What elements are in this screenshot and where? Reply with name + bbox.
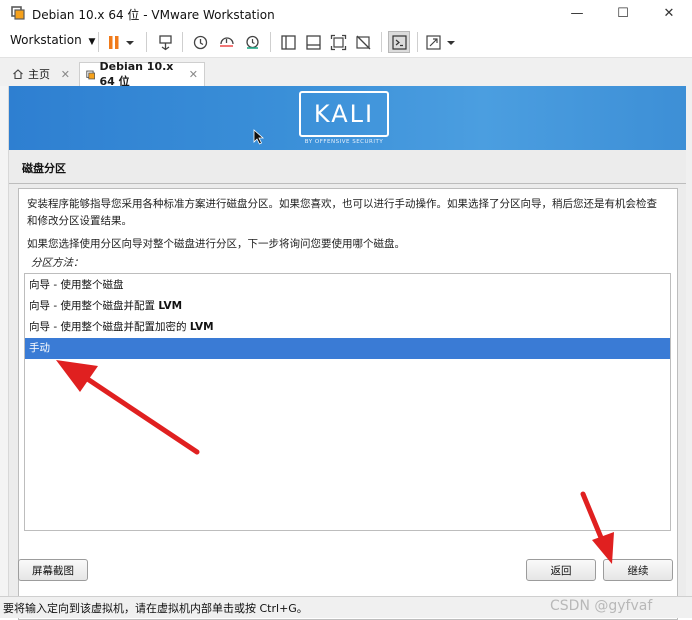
option-label: 向导 - 使用整个磁盘并配置 bbox=[29, 300, 159, 312]
thumbnail-bar-button[interactable] bbox=[302, 31, 324, 53]
close-tab-icon[interactable]: ✕ bbox=[189, 68, 198, 81]
sidebar-toggle-button[interactable] bbox=[277, 31, 299, 53]
snapshot-icon bbox=[193, 35, 207, 49]
question-text: 如果您选择使用分区向导对整个磁盘进行分区，下一步将询问您要使用哪个磁盘。 bbox=[27, 238, 405, 250]
section-title: 磁盘分区 bbox=[22, 162, 66, 175]
toolbar-divider bbox=[381, 32, 382, 52]
maximize-button[interactable]: ☐ bbox=[600, 0, 646, 26]
unity-icon bbox=[355, 35, 370, 49]
intro-text: 安装程序能够指导您采用各种标准方案进行磁盘分区。如果您喜欢，也可以进行手动操作。… bbox=[27, 198, 657, 227]
tab-debian-label: Debian 10.x 64 位 bbox=[99, 60, 174, 88]
close-tab-icon[interactable]: ✕ bbox=[61, 68, 70, 81]
status-bar: 要将输入定向到该虚拟机，请在虚拟机内部单击或按 Ctrl+G。 CSDN @gy… bbox=[0, 596, 692, 618]
toolbar-divider bbox=[417, 32, 418, 52]
partition-method-list: 向导 - 使用整个磁盘 向导 - 使用整个磁盘并配置 LVM 向导 - 使用整个… bbox=[24, 273, 671, 531]
toolbar-divider bbox=[182, 32, 183, 52]
workstation-menu-label: Workstation bbox=[10, 33, 82, 47]
mouse-cursor-icon bbox=[253, 129, 265, 145]
screenshot-button[interactable]: 屏幕截图 bbox=[18, 559, 88, 581]
manage-snapshots-button[interactable] bbox=[241, 31, 263, 53]
title-bar: Debian 10.x 64 位 - VMware Workstation — … bbox=[0, 0, 692, 26]
fullscreen-button[interactable] bbox=[327, 31, 349, 53]
revert-snapshot-icon bbox=[219, 36, 234, 47]
toolbar-divider bbox=[146, 32, 147, 52]
minimize-icon: — bbox=[570, 5, 584, 21]
manage-snapshots-icon bbox=[245, 35, 259, 49]
minimize-button[interactable]: — bbox=[554, 0, 600, 26]
option-label-suffix: LVM bbox=[189, 321, 214, 333]
console-view-button[interactable] bbox=[388, 31, 410, 53]
toolbar: Workstation ▼ bbox=[0, 27, 692, 58]
close-button[interactable]: ✕ bbox=[646, 0, 692, 26]
option-manual[interactable]: 手动 bbox=[25, 338, 670, 359]
option-label: 向导 - 使用整个磁盘 bbox=[29, 279, 124, 291]
back-button[interactable]: 返回 bbox=[526, 559, 596, 581]
console-icon bbox=[391, 34, 407, 50]
pause-button[interactable] bbox=[104, 31, 138, 53]
chevron-down-icon: ▼ bbox=[88, 37, 96, 47]
sidebar-icon bbox=[280, 34, 296, 50]
continue-button[interactable]: 继续 bbox=[603, 559, 673, 581]
snapshot-button[interactable] bbox=[189, 31, 211, 53]
tab-strip: 主页 ✕ Debian 10.x 64 位 ✕ bbox=[0, 58, 692, 88]
kali-logo-subtitle: BY OFFENSIVE SECURITY bbox=[304, 139, 384, 145]
toolbar-divider bbox=[270, 32, 271, 52]
vmware-app-icon bbox=[11, 6, 25, 20]
close-icon: ✕ bbox=[663, 5, 675, 21]
send-ctrl-alt-del-button[interactable] bbox=[154, 31, 176, 53]
stretch-icon bbox=[426, 34, 455, 50]
divider bbox=[9, 183, 686, 184]
vm-icon bbox=[86, 70, 96, 79]
toolbar-divider bbox=[98, 32, 99, 52]
home-icon bbox=[13, 69, 23, 80]
option-label: 手动 bbox=[29, 342, 50, 354]
option-guided-encrypted-lvm[interactable]: 向导 - 使用整个磁盘并配置加密的 LVM bbox=[25, 317, 670, 338]
option-label-suffix: LVM bbox=[158, 300, 183, 312]
content-panel: 安装程序能够指导您采用各种标准方案进行磁盘分区。如果您喜欢，也可以进行手动操作。… bbox=[18, 188, 678, 620]
fullscreen-icon bbox=[330, 34, 346, 50]
tab-home[interactable]: 主页 ✕ bbox=[6, 62, 76, 86]
status-text: 要将输入定向到该虚拟机，请在虚拟机内部单击或按 Ctrl+G。 bbox=[3, 602, 308, 615]
background-window-sliver bbox=[0, 86, 9, 596]
maximize-icon: ☐ bbox=[617, 5, 629, 21]
method-label: 分区方法： bbox=[31, 257, 84, 269]
tab-home-label: 主页 bbox=[28, 68, 50, 81]
stretch-guest-button[interactable] bbox=[424, 31, 460, 53]
tab-debian-vm[interactable]: Debian 10.x 64 位 ✕ bbox=[79, 60, 205, 88]
vm-display[interactable]: KALI BY OFFENSIVE SECURITY 磁盘分区 安装程序能够指导… bbox=[9, 86, 686, 620]
option-label: 向导 - 使用整个磁盘并配置加密的 bbox=[29, 321, 190, 333]
unity-button[interactable] bbox=[352, 31, 374, 53]
send-ctrl-alt-del-icon bbox=[158, 34, 172, 50]
workstation-menu[interactable]: Workstation ▼ bbox=[10, 33, 95, 47]
watermark: CSDN @gyfvaf bbox=[550, 598, 653, 614]
kali-logo: KALI bbox=[299, 91, 389, 137]
kali-banner: KALI BY OFFENSIVE SECURITY bbox=[9, 86, 686, 150]
thumbnail-icon bbox=[305, 34, 321, 50]
option-guided-entire-disk[interactable]: 向导 - 使用整个磁盘 bbox=[25, 275, 670, 296]
window-title: Debian 10.x 64 位 - VMware Workstation bbox=[32, 8, 275, 22]
revert-snapshot-button[interactable] bbox=[215, 31, 237, 53]
pause-icon bbox=[109, 35, 134, 49]
background-window-edge bbox=[686, 58, 692, 598]
option-guided-lvm[interactable]: 向导 - 使用整个磁盘并配置 LVM bbox=[25, 296, 670, 317]
